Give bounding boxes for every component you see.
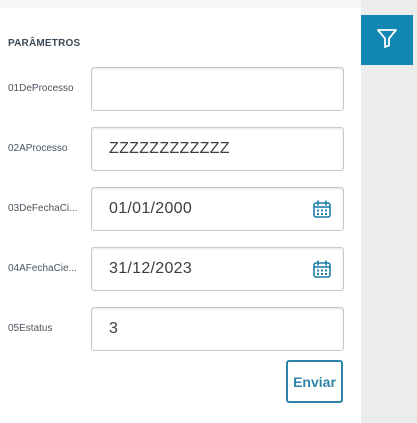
estatus-value: 3 bbox=[109, 320, 119, 337]
parameters-panel: PARÂMETROS 01DeProcesso 02AProcesso ZZZZ… bbox=[0, 0, 361, 423]
filter-icon bbox=[376, 27, 398, 54]
a-processo-input[interactable]: ZZZZZZZZZZZZ bbox=[91, 127, 344, 171]
calendar-icon[interactable] bbox=[312, 199, 332, 219]
side-rail bbox=[361, 0, 417, 423]
enviar-button[interactable]: Enviar bbox=[286, 360, 343, 403]
estatus-input[interactable]: 3 bbox=[91, 307, 344, 351]
de-fecha-value: 01/01/2000 bbox=[109, 200, 193, 217]
field-label-a-fecha: 04AFechaCie... bbox=[8, 263, 77, 274]
a-processo-value: ZZZZZZZZZZZZ bbox=[109, 140, 230, 157]
a-fecha-value: 31/12/2023 bbox=[109, 260, 193, 277]
de-processo-input[interactable] bbox=[91, 67, 344, 111]
section-title: PARÂMETROS bbox=[8, 38, 81, 49]
field-label-a-processo: 02AProcesso bbox=[8, 143, 68, 154]
field-label-de-processo: 01DeProcesso bbox=[8, 83, 74, 94]
calendar-icon[interactable] bbox=[312, 259, 332, 279]
filter-button[interactable] bbox=[361, 15, 413, 65]
field-label-estatus: 05Estatus bbox=[8, 323, 53, 334]
de-fecha-date-input[interactable]: 01/01/2000 bbox=[91, 187, 344, 231]
a-fecha-date-input[interactable]: 31/12/2023 bbox=[91, 247, 344, 291]
field-label-de-fecha: 03DeFechaCi... bbox=[8, 203, 78, 214]
